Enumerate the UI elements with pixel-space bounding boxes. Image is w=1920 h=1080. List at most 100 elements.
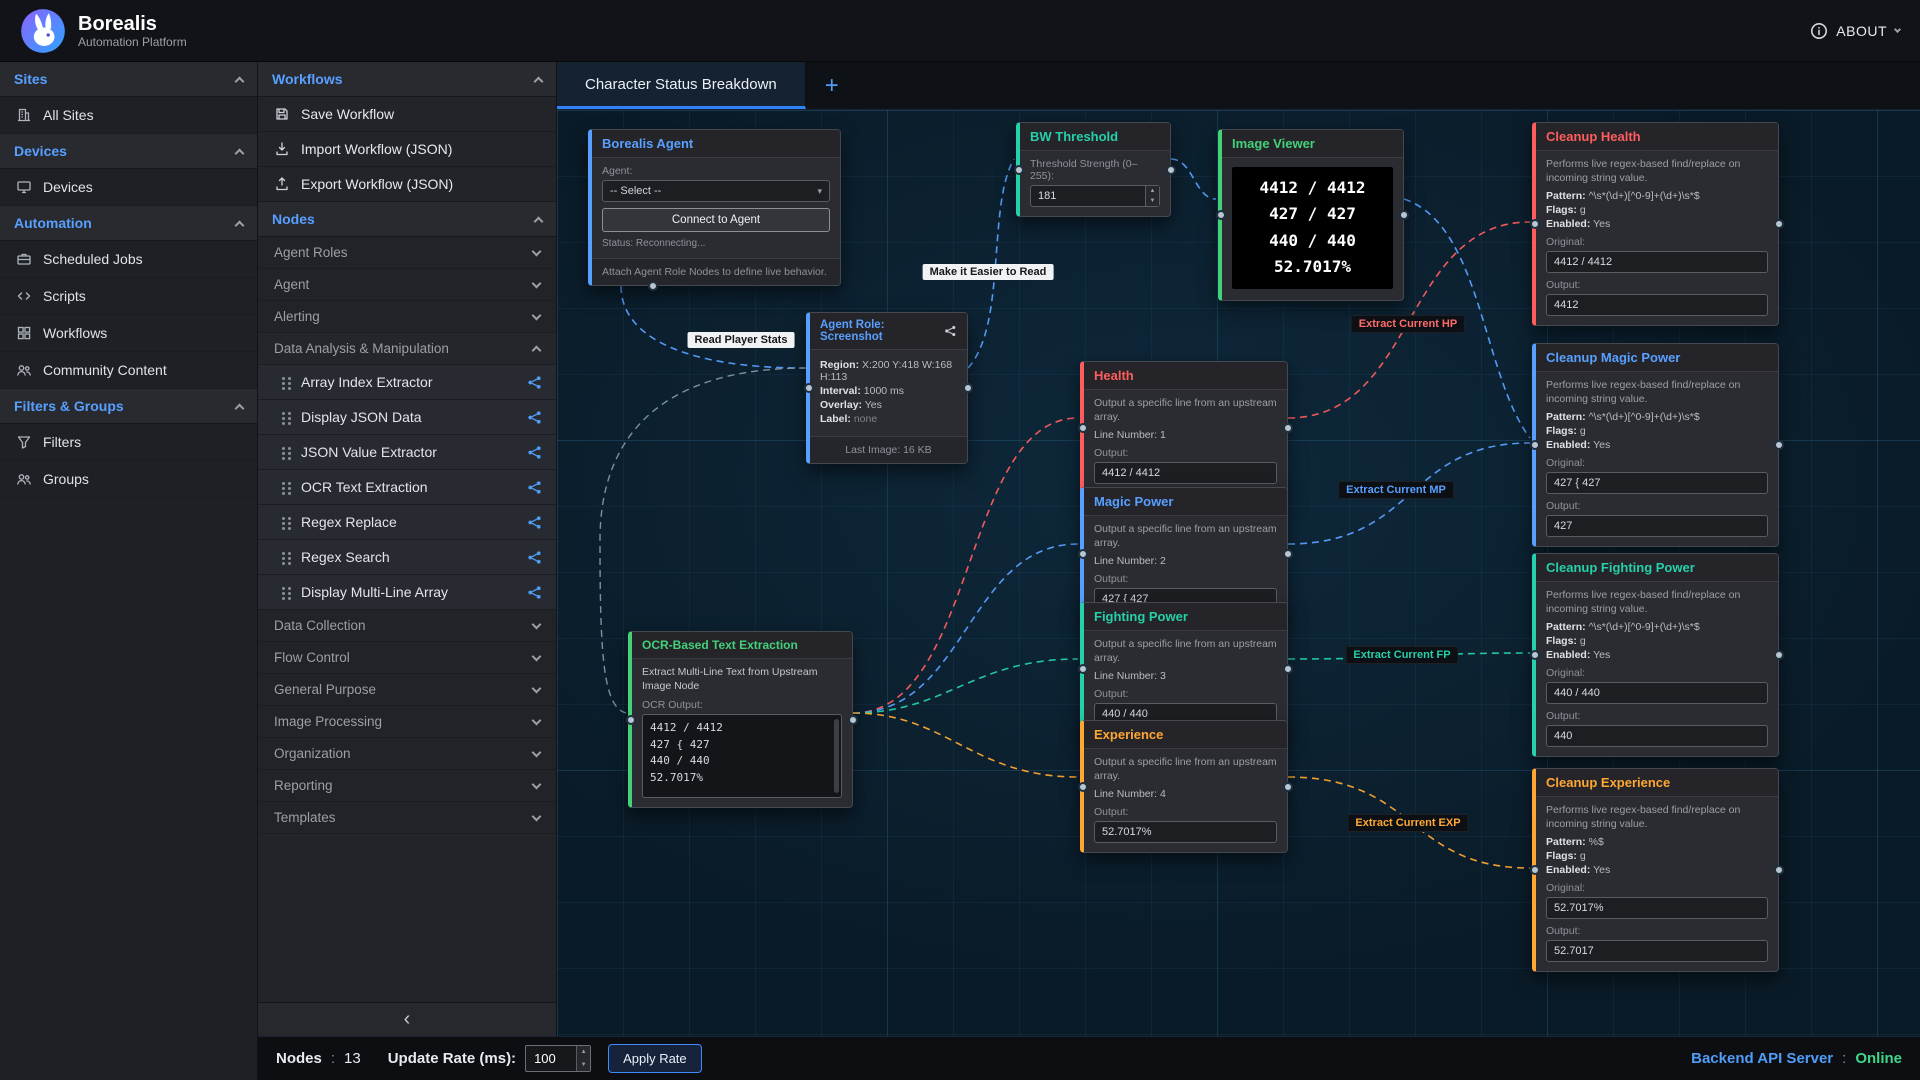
input-port[interactable] [1078,664,1088,674]
output-port[interactable] [1774,440,1784,450]
drag-handle-icon[interactable] [282,587,285,590]
palette-node-regex-search[interactable]: Regex Search [258,540,556,575]
sidebar-item-scripts[interactable]: Scripts [0,278,257,315]
input-port[interactable] [1078,782,1088,792]
agent-select[interactable]: -- Select -- ▾ [602,180,830,202]
node-fighting-power[interactable]: Fighting Power Output a specific line fr… [1080,602,1288,735]
original-field[interactable] [1546,251,1768,273]
category-organization[interactable]: Organization [258,738,556,770]
node-magic-power[interactable]: Magic Power Output a specific line from … [1080,487,1288,620]
category-data-analysis[interactable]: Data Analysis & Manipulation [258,333,556,365]
output-port[interactable] [1774,219,1784,229]
category-data-collection[interactable]: Data Collection [258,610,556,642]
apply-rate-button[interactable]: Apply Rate [608,1044,702,1073]
node-agent-role-screenshot[interactable]: Agent Role: Screenshot Region: X:200 Y:4… [806,312,968,464]
import-workflow-button[interactable]: Import Workflow (JSON) [258,132,556,167]
category-templates[interactable]: Templates [258,802,556,834]
output-port[interactable] [1774,650,1784,660]
sidebar-section-automation[interactable]: Automation [0,206,257,241]
node-cleanup-magic-power[interactable]: Cleanup Magic Power Performs live regex-… [1532,343,1779,547]
nodes-section-header[interactable]: Nodes [258,202,556,237]
input-port[interactable] [1078,423,1088,433]
output-field[interactable] [1546,515,1768,537]
node-cleanup-experience[interactable]: Cleanup Experience Performs live regex-b… [1532,768,1779,972]
category-general-purpose[interactable]: General Purpose [258,674,556,706]
output-port[interactable] [1774,865,1784,875]
about-menu[interactable]: ABOUT [1810,22,1900,40]
sidebar-item-community-content[interactable]: Community Content [0,352,257,389]
output-port[interactable] [1399,210,1409,220]
node-bw-threshold[interactable]: BW Threshold Threshold Strength (0–255):… [1016,122,1171,217]
node-cleanup-fighting-power[interactable]: Cleanup Fighting Power Performs live reg… [1532,553,1779,757]
category-flow-control[interactable]: Flow Control [258,642,556,674]
ocr-output-textarea[interactable]: 4412 / 4412 427 { 427 440 / 440 52.7017% [642,714,842,798]
sidebar-item-devices[interactable]: Devices [0,169,257,206]
palette-node-ocr-text-extraction[interactable]: OCR Text Extraction [258,470,556,505]
original-field[interactable] [1546,682,1768,704]
threshold-strength-input[interactable] [1030,185,1160,207]
output-port[interactable] [648,281,658,291]
stepper-control[interactable]: ▲▼ [1145,186,1159,206]
category-image-processing[interactable]: Image Processing [258,706,556,738]
node-cleanup-health[interactable]: Cleanup Health Performs live regex-based… [1532,122,1779,326]
node-ocr-text-extraction[interactable]: OCR-Based Text Extraction Extract Multi-… [628,631,853,808]
node-borealis-agent[interactable]: Borealis Agent Agent: -- Select -- ▾ Con… [588,129,841,286]
output-field[interactable] [1546,940,1768,962]
sidebar-section-filters-groups[interactable]: Filters & Groups [0,389,257,424]
original-field[interactable] [1546,897,1768,919]
sidebar-item-scheduled-jobs[interactable]: Scheduled Jobs [0,241,257,278]
share-icon[interactable] [944,324,957,338]
sidebar-item-workflows[interactable]: Workflows [0,315,257,352]
output-port[interactable] [1283,782,1293,792]
drag-handle-icon[interactable] [282,482,285,485]
node-experience[interactable]: Experience Output a specific line from a… [1080,720,1288,853]
original-field[interactable] [1546,472,1768,494]
input-port[interactable] [1216,210,1226,220]
sidebar-item-filters[interactable]: Filters [0,424,257,461]
category-alerting[interactable]: Alerting [258,301,556,333]
tab-character-status-breakdown[interactable]: Character Status Breakdown [557,62,806,109]
output-field[interactable] [1094,821,1277,843]
workflow-canvas[interactable]: Borealis Agent Agent: -- Select -- ▾ Con… [557,110,1920,1036]
category-reporting[interactable]: Reporting [258,770,556,802]
save-workflow-button[interactable]: Save Workflow [258,97,556,132]
sidebar-section-devices[interactable]: Devices [0,134,257,169]
sidebar-item-all-sites[interactable]: All Sites [0,97,257,134]
add-tab-button[interactable]: + [806,62,858,109]
input-port[interactable] [1014,165,1024,175]
workflows-section-header[interactable]: Workflows [258,62,556,97]
output-port[interactable] [1283,549,1293,559]
palette-node-regex-replace[interactable]: Regex Replace [258,505,556,540]
sidebar-section-sites[interactable]: Sites [0,62,257,97]
output-port[interactable] [963,383,973,393]
output-field[interactable] [1094,462,1277,484]
output-field[interactable] [1546,294,1768,316]
category-agent[interactable]: Agent [258,269,556,301]
drag-handle-icon[interactable] [282,377,285,380]
node-health[interactable]: Health Output a specific line from an up… [1080,361,1288,494]
output-port[interactable] [1166,165,1176,175]
category-agent-roles[interactable]: Agent Roles [258,237,556,269]
drag-handle-icon[interactable] [282,552,285,555]
sidebar-item-groups[interactable]: Groups [0,461,257,498]
palette-node-array-index-extractor[interactable]: Array Index Extractor [258,365,556,400]
stepper-control[interactable]: ▲▼ [576,1046,590,1071]
panel-collapse-button[interactable]: ‹ [258,1002,556,1036]
connect-to-agent-button[interactable]: Connect to Agent [602,208,830,232]
node-image-viewer[interactable]: Image Viewer 4412 / 4412 427 / 427 440 /… [1218,129,1404,301]
drag-handle-icon[interactable] [282,447,285,450]
palette-node-json-value-extractor[interactable]: JSON Value Extractor [258,435,556,470]
drag-handle-icon[interactable] [282,412,285,415]
output-field[interactable] [1546,725,1768,747]
input-port[interactable] [626,715,636,725]
export-workflow-button[interactable]: Export Workflow (JSON) [258,167,556,202]
output-port[interactable] [848,715,858,725]
brand[interactable]: Borealis Automation Platform [20,8,187,54]
drag-handle-icon[interactable] [282,517,285,520]
output-port[interactable] [1283,664,1293,674]
input-port[interactable] [1078,549,1088,559]
output-port[interactable] [1283,423,1293,433]
palette-node-display-json-data[interactable]: Display JSON Data [258,400,556,435]
scrollbar[interactable] [834,719,839,793]
palette-node-display-multi-line-array[interactable]: Display Multi-Line Array [258,575,556,610]
